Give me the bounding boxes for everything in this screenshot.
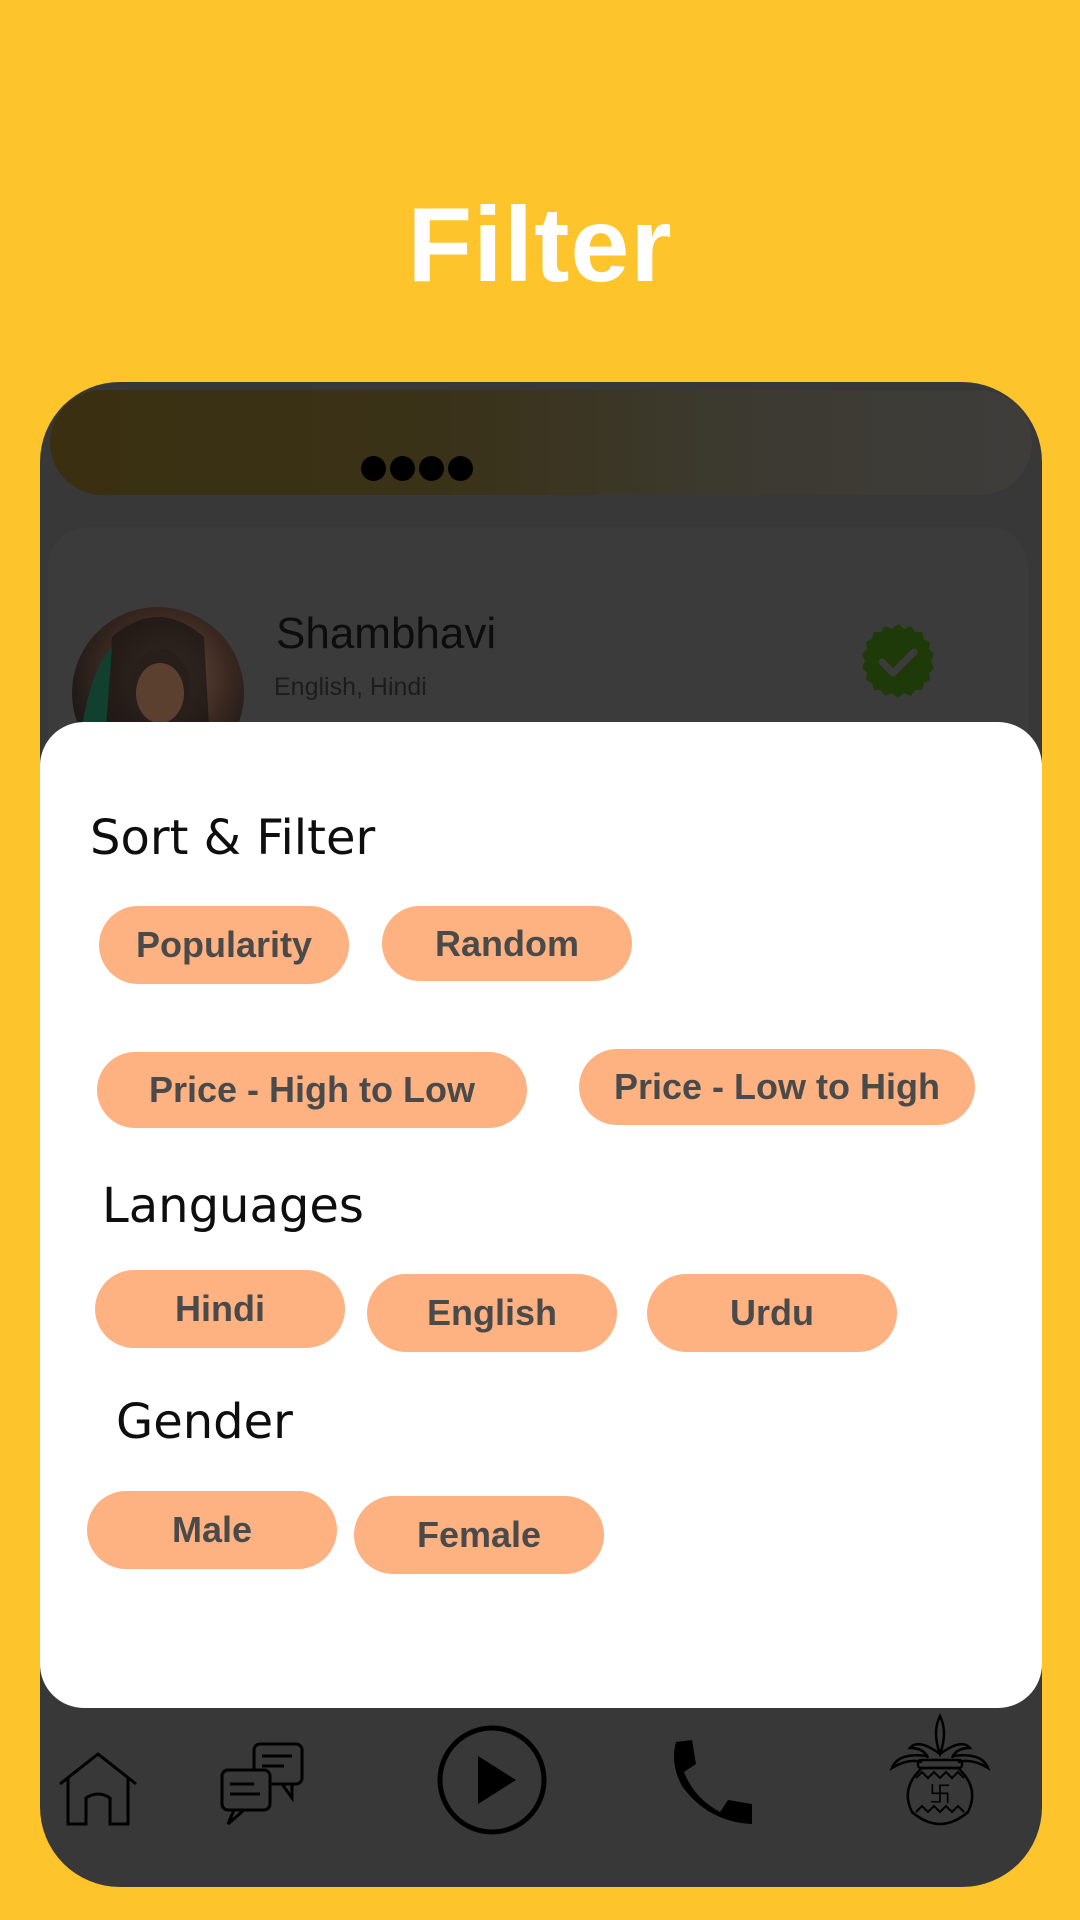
chip-female[interactable]: Female [354, 1496, 604, 1574]
page-title: Filter [407, 186, 673, 304]
gender-title: Gender [116, 1394, 293, 1450]
chip-hindi[interactable]: Hindi [95, 1270, 345, 1348]
chip-random[interactable]: Random [382, 906, 632, 981]
sort-filter-title: Sort & Filter [90, 810, 376, 866]
dot [448, 456, 473, 481]
profile-name: Shambhavi [276, 609, 497, 658]
chip-male[interactable]: Male [87, 1491, 337, 1569]
verified-badge-icon [862, 624, 934, 698]
dot [361, 456, 386, 481]
page-dots-indicator [361, 456, 473, 481]
top-bar [50, 390, 1032, 495]
chat-icon[interactable] [220, 1742, 306, 1826]
chip-urdu[interactable]: Urdu [647, 1274, 897, 1352]
dot [419, 456, 444, 481]
chip-price-low-to-high[interactable]: Price - Low to High [579, 1049, 975, 1125]
kalash-icon[interactable]: 卐 [888, 1712, 992, 1832]
profile-languages: English, Hindi [274, 673, 427, 701]
play-icon[interactable] [436, 1724, 548, 1836]
bottom-nav: 卐 [40, 1712, 1042, 1887]
phone-frame: Shambhavi English, Hindi 5000+ Followers… [40, 382, 1042, 1887]
dot [390, 456, 415, 481]
filter-sheet: Sort & Filter Popularity Random Price - … [40, 722, 1042, 1708]
svg-text:卐: 卐 [929, 1783, 951, 1808]
languages-title: Languages [102, 1178, 364, 1234]
phone-icon[interactable] [668, 1738, 758, 1828]
chip-popularity[interactable]: Popularity [99, 906, 349, 984]
home-icon[interactable] [58, 1752, 138, 1830]
chip-english[interactable]: English [367, 1274, 617, 1352]
chip-price-high-to-low[interactable]: Price - High to Low [97, 1052, 527, 1128]
